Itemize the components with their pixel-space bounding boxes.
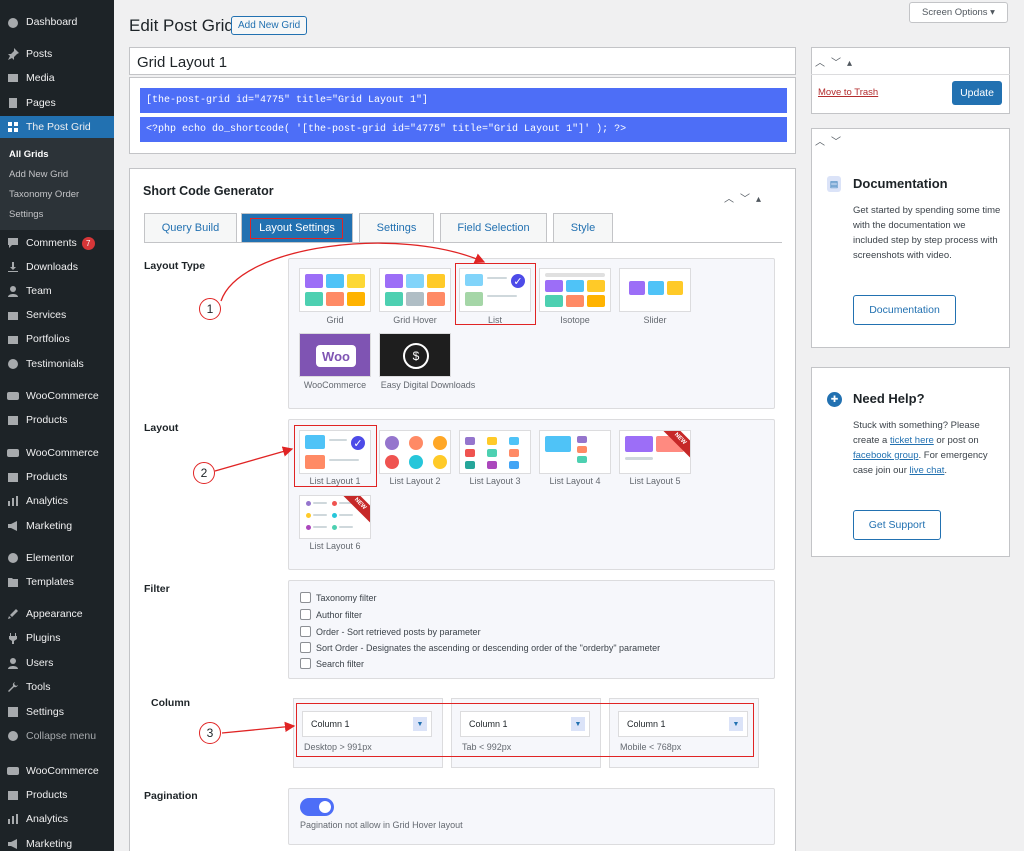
live-chat-link[interactable]: live chat — [910, 465, 945, 476]
docs-box-arrows[interactable]: ︿﹀ — [815, 133, 847, 148]
ticket-link[interactable]: ticket here — [890, 435, 934, 446]
update-button[interactable]: Update — [952, 81, 1002, 105]
move-to-trash-link[interactable]: Move to Trash — [818, 87, 878, 98]
help-title: Need Help? — [853, 391, 925, 406]
facebook-group-link[interactable]: facebook group — [853, 450, 919, 461]
documentation-text: Get started by spending some time with t… — [853, 205, 1001, 261]
get-support-button[interactable]: Get Support — [853, 510, 941, 540]
publish-box-arrows[interactable]: ︿﹀▴ — [815, 54, 858, 69]
document-icon: ▤ — [827, 176, 841, 192]
documentation-button[interactable]: Documentation — [853, 295, 956, 325]
help-text: Stuck with something? Please create a ti… — [853, 420, 988, 476]
lifebuoy-icon: ✚ — [827, 392, 842, 407]
documentation-title: Documentation — [853, 176, 948, 191]
